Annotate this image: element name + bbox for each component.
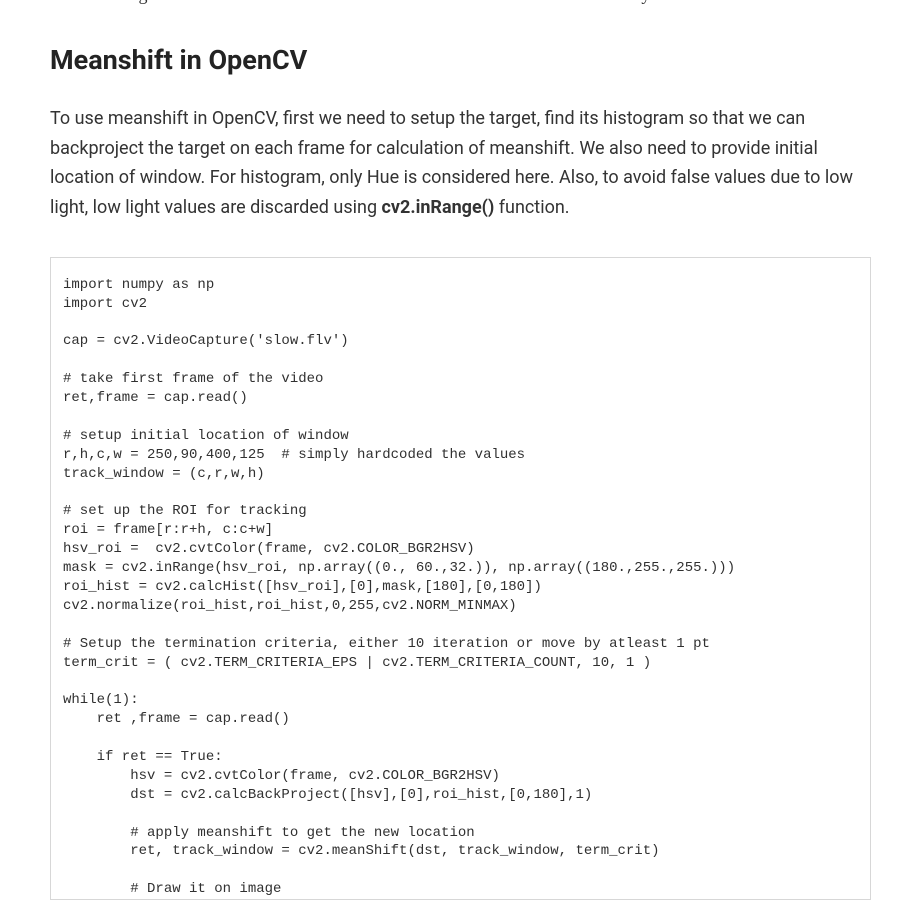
section-heading: Meanshift in OpenCV xyxy=(50,44,871,76)
code-block: import numpy as np import cv2 cap = cv2.… xyxy=(50,257,871,900)
cutoff-line-text: meanshift algorithm moves our window to … xyxy=(50,0,654,10)
previous-paragraph-fragment: meanshift algorithm moves our window to … xyxy=(50,0,871,10)
paragraph-text-post: function. xyxy=(494,197,569,218)
code-content: import numpy as np import cv2 cap = cv2.… xyxy=(63,277,735,898)
content-area: meanshift algorithm moves our window to … xyxy=(0,0,921,900)
intro-paragraph: To use meanshift in OpenCV, first we nee… xyxy=(50,104,871,223)
inline-code-cv2-inrange: cv2.inRange() xyxy=(382,197,495,218)
